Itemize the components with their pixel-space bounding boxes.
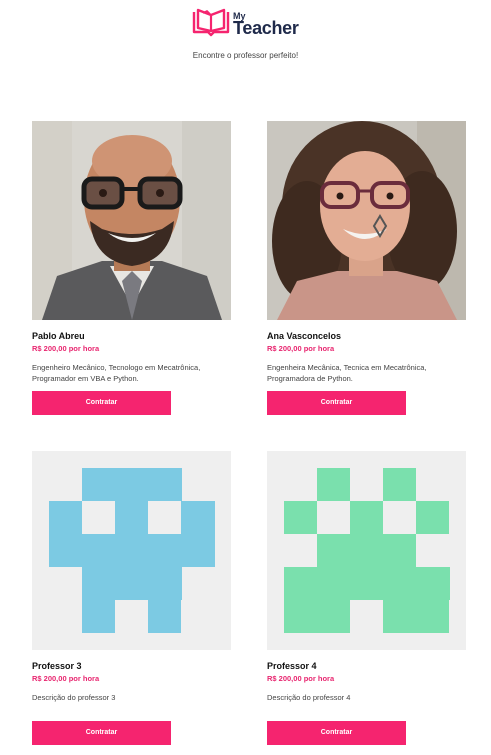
logo-text-teacher: Teacher [233, 18, 299, 38]
teacher-avatar-identicon [32, 451, 231, 650]
teacher-card: Pablo Abreu R$ 200,00 por hora Engenheir… [32, 121, 232, 415]
teacher-description: Engenheiro Mecânico, Tecnologo em Mecatr… [32, 363, 201, 383]
teacher-card: Professor 4 R$ 200,00 por hora Descrição… [267, 451, 467, 745]
teacher-photo [267, 121, 466, 320]
teacher-name: Professor 4 [267, 661, 317, 671]
teacher-card: Professor 3 R$ 200,00 por hora Descrição… [32, 451, 232, 745]
header: My Teacher Encontre o professor perfeito… [0, 0, 491, 70]
teacher-name: Professor 3 [32, 661, 82, 671]
teacher-name: Pablo Abreu [32, 331, 85, 341]
teacher-name: Ana Vasconcelos [267, 331, 342, 341]
hire-button[interactable]: Contratar [32, 721, 171, 745]
teacher-description: Descrição do professor 3 [32, 693, 116, 702]
tagline: Encontre o professor perfeito! [192, 51, 299, 60]
hire-button[interactable]: Contratar [32, 391, 171, 415]
teacher-price: R$ 200,00 por hora [32, 344, 100, 353]
logo[interactable]: My Teacher [191, 7, 311, 37]
teacher-description: Descrição do professor 4 [267, 693, 351, 702]
book-logo-icon [192, 8, 230, 37]
hire-button[interactable]: Contratar [267, 721, 406, 745]
teacher-avatar-identicon [267, 451, 466, 650]
teacher-price: R$ 200,00 por hora [32, 674, 100, 683]
teacher-price: R$ 200,00 por hora [267, 674, 335, 683]
teacher-description: Engenheira Mecânica, Tecnica em Mecatrôn… [267, 363, 427, 383]
teacher-card: Ana Vasconcelos R$ 200,00 por hora Engen… [267, 121, 467, 415]
teacher-price: R$ 200,00 por hora [267, 344, 335, 353]
teacher-photo [32, 121, 231, 320]
hire-button[interactable]: Contratar [267, 391, 406, 415]
